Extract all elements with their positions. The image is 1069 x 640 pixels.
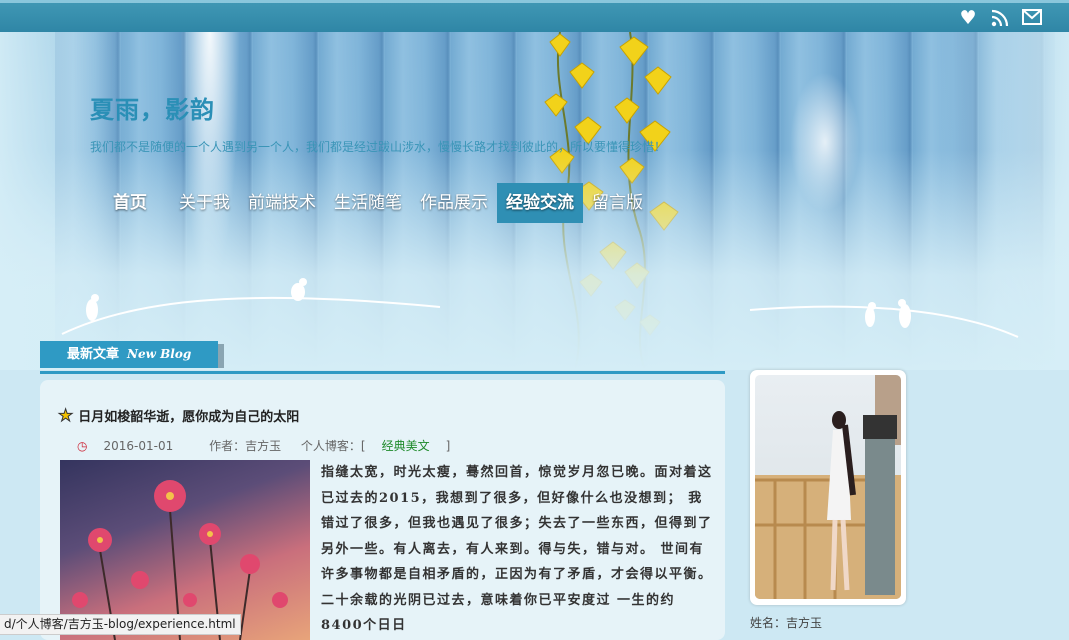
profile-card xyxy=(750,370,906,605)
article-category: 个人博客：[ 经典美文] xyxy=(301,439,466,453)
profile-photo[interactable] xyxy=(755,375,901,599)
category-suffix: ] xyxy=(445,439,451,453)
category-prefix: 个人博客：[ xyxy=(300,439,366,453)
nav-item-works[interactable]: 作品展示 xyxy=(411,183,497,223)
tab-shadow xyxy=(218,344,224,368)
header-banner: 夏雨，影韵 我们都不是随便的一个人遇到另一个人，我们都是经过跋山涉水，慢慢长路才… xyxy=(0,32,1069,370)
nav-item-experience[interactable]: 经验交流 xyxy=(497,183,583,223)
top-bar: ♥ xyxy=(0,0,1069,32)
heart-icon[interactable]: ♥ xyxy=(957,8,979,28)
article-date: ◷ 2016-01-01 xyxy=(77,439,189,453)
section-header: 最新文章 New Blog xyxy=(40,341,725,374)
section-label-en: New Blog xyxy=(127,347,192,361)
rss-icon[interactable] xyxy=(989,8,1011,28)
section-tab: 最新文章 New Blog xyxy=(40,341,218,368)
nav-item-home[interactable]: 首页 xyxy=(104,183,156,223)
category-link[interactable]: 经典美文 xyxy=(382,439,430,453)
browser-status-bar: d/个人博客/吉方玉-blog/experience.html xyxy=(0,614,241,635)
article-title[interactable]: 日月如梭韶华逝，愿你成为自己的太阳 xyxy=(78,406,299,425)
site-subtitle: 我们都不是随便的一个人遇到另一个人，我们都是经过跋山涉水，慢慢长路才找到彼此的，… xyxy=(90,140,667,154)
article-meta: ◷ 2016-01-01 作者：吉方玉 个人博客：[ 经典美文] xyxy=(77,437,482,454)
article-thumbnail[interactable] xyxy=(60,460,310,640)
birds-on-wire xyxy=(61,278,1019,338)
article-card: ★ 日月如梭韶华逝，愿你成为自己的太阳 ◷ 2016-01-01 作者：吉方玉 个… xyxy=(40,380,725,640)
article-excerpt: 指缝太宽，时光太瘦，蓦然回首，惊觉岁月忽已晚。面对着这已过去的2015，我想到了… xyxy=(321,465,713,633)
site-title[interactable]: 夏雨，影韵 xyxy=(90,90,215,125)
nav-item-frontend[interactable]: 前端技术 xyxy=(239,183,325,223)
clock-icon: ◷ xyxy=(77,439,88,453)
nav-item-about[interactable]: 关于我 xyxy=(170,183,239,223)
profile-name: 姓名：吉方玉 xyxy=(750,616,823,630)
article-author: 作者：吉方玉 xyxy=(209,439,282,453)
main-nav: 首页 关于我 前端技术 生活随笔 作品展示 经验交流 留言版 xyxy=(104,183,652,223)
top-icons: ♥ xyxy=(957,8,1043,28)
article-title-row[interactable]: ★ 日月如梭韶华逝，愿你成为自己的太阳 xyxy=(57,405,299,426)
nav-item-guestbook[interactable]: 留言版 xyxy=(583,183,652,223)
section-label: 最新文章 xyxy=(67,347,120,362)
date-text: 2016-01-01 xyxy=(103,439,174,453)
mail-icon[interactable] xyxy=(1021,8,1043,28)
nav-item-life[interactable]: 生活随笔 xyxy=(325,183,411,223)
star-icon: ★ xyxy=(57,405,74,426)
